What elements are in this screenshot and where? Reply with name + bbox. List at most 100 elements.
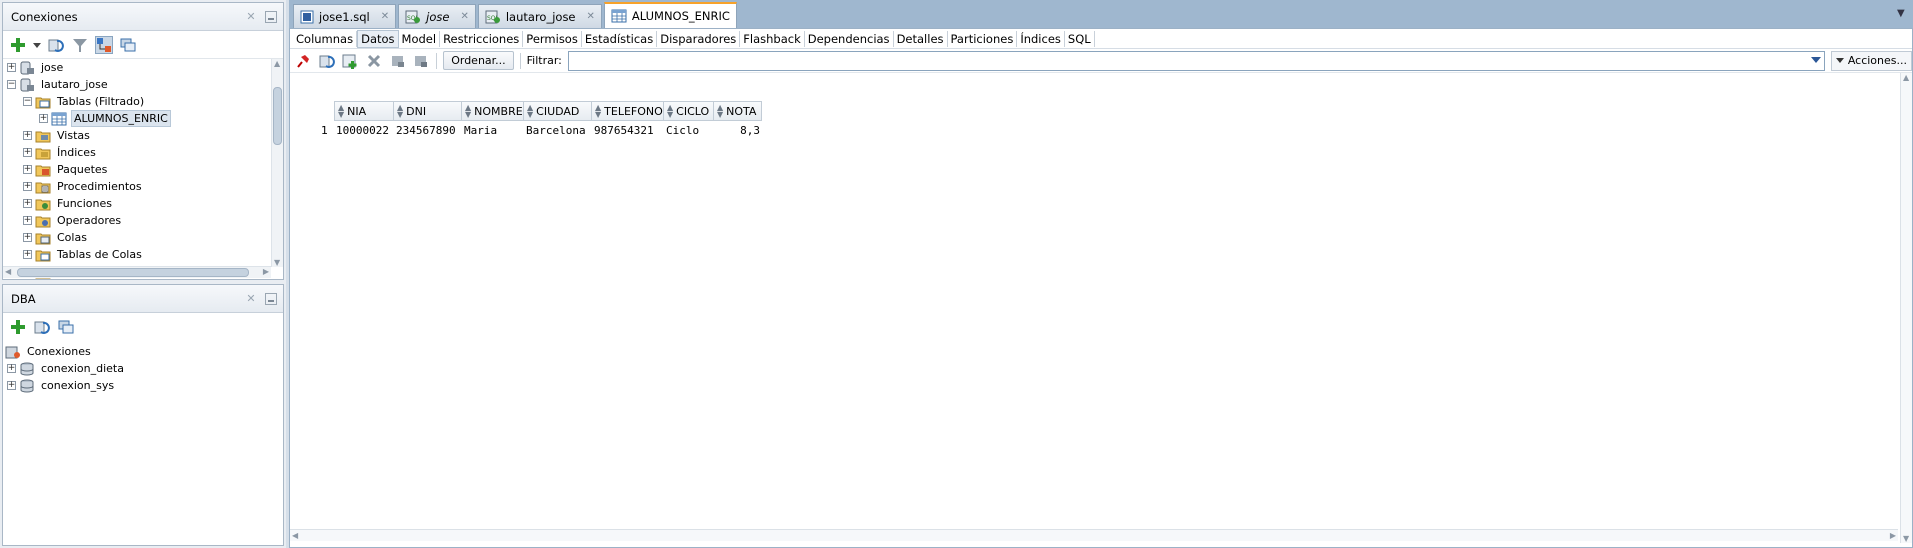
- commit-icon[interactable]: [389, 52, 407, 70]
- expand-icon[interactable]: +: [23, 165, 32, 174]
- table-cell[interactable]: 10000022: [334, 121, 394, 139]
- connections-horizontal-scrollbar[interactable]: ◀ ▶: [3, 266, 271, 278]
- tree-node[interactable]: + Funciones: [3, 195, 283, 212]
- sub-tab[interactable]: SQL: [1065, 30, 1095, 47]
- expand-icon[interactable]: +: [39, 114, 48, 123]
- tree-node[interactable]: + Colas: [3, 229, 283, 246]
- tree-node[interactable]: + Vistas: [3, 127, 283, 144]
- tree-node[interactable]: − Tablas (Filtrado): [3, 93, 283, 110]
- sub-tab[interactable]: Índices: [1017, 30, 1065, 47]
- expand-icon[interactable]: +: [7, 364, 16, 373]
- column-header[interactable]: ▲ ▼ TELEFONO: [592, 101, 664, 121]
- tree-node[interactable]: − lautaro_jose: [3, 76, 283, 93]
- tree-node[interactable]: + ALUMNOS_ENRIC: [3, 110, 283, 127]
- expand-icon[interactable]: +: [23, 131, 32, 140]
- table-cell[interactable]: 8,3: [714, 121, 762, 139]
- table-cell[interactable]: 234567890: [394, 121, 462, 139]
- actions-button[interactable]: Acciones...: [1830, 50, 1912, 71]
- sub-tab[interactable]: Detalles: [894, 30, 948, 47]
- refresh-icon[interactable]: [33, 318, 51, 336]
- expand-icon[interactable]: +: [23, 233, 32, 242]
- close-icon[interactable]: ✕: [243, 292, 259, 306]
- close-icon[interactable]: ✕: [243, 10, 259, 24]
- tree-node[interactable]: + conexion_sys: [3, 377, 283, 394]
- collapse-all-icon[interactable]: [57, 318, 75, 336]
- scroll-right-icon[interactable]: ▶: [263, 267, 269, 276]
- document-tab[interactable]: ALUMNOS_ENRIC: [603, 2, 737, 28]
- column-header[interactable]: ▲ ▼ DNI: [394, 101, 462, 121]
- filter-dropdown-icon[interactable]: [1810, 56, 1821, 63]
- scroll-left-icon[interactable]: ◀: [5, 267, 11, 276]
- pin-icon[interactable]: [294, 52, 312, 70]
- tree-node[interactable]: + Paquetes: [3, 161, 283, 178]
- grid-vertical-scrollbar[interactable]: ▲ ▼: [1900, 73, 1912, 543]
- sub-tab[interactable]: Permisos: [523, 30, 582, 47]
- document-tab[interactable]: jose1.sql ✕: [293, 4, 397, 28]
- close-icon[interactable]: ✕: [381, 11, 389, 22]
- expand-icon[interactable]: +: [7, 63, 16, 72]
- sub-tab[interactable]: Estadísticas: [582, 30, 658, 47]
- sub-tab[interactable]: Model: [399, 30, 441, 47]
- scroll-down-icon[interactable]: ▼: [274, 258, 280, 267]
- grid-horizontal-scrollbar[interactable]: ◀ ▶: [290, 529, 1898, 541]
- close-icon[interactable]: ✕: [460, 11, 468, 22]
- chevron-down-icon[interactable]: [33, 36, 41, 54]
- column-header[interactable]: ▲ ▼ CIUDAD: [524, 101, 592, 121]
- expand-icon[interactable]: +: [23, 216, 32, 225]
- rollback-icon[interactable]: [413, 52, 431, 70]
- sub-tab[interactable]: Particiones: [948, 30, 1018, 47]
- collapse-icon[interactable]: −: [23, 97, 32, 106]
- tree-node[interactable]: + Operadores: [3, 212, 283, 229]
- sub-tab[interactable]: Restricciones: [440, 30, 524, 47]
- minimize-icon[interactable]: [265, 10, 277, 23]
- scroll-up-icon[interactable]: ▲: [274, 59, 280, 68]
- collapse-all-icon[interactable]: [119, 36, 137, 54]
- expand-icon[interactable]: +: [23, 148, 32, 157]
- minimize-icon[interactable]: [265, 292, 277, 305]
- tree-node[interactable]: + Índices: [3, 144, 283, 161]
- table-cell[interactable]: Barcelona: [524, 121, 592, 139]
- column-header[interactable]: ▲ ▼ NOMBRE: [462, 101, 524, 121]
- refresh-icon[interactable]: [47, 36, 65, 54]
- sub-tab[interactable]: Datos: [357, 29, 399, 48]
- expand-icon[interactable]: +: [7, 381, 16, 390]
- filter-input[interactable]: [567, 50, 1825, 71]
- expand-icon[interactable]: +: [23, 182, 32, 191]
- table-cell[interactable]: 987654321: [592, 121, 664, 139]
- tree-node[interactable]: + conexion_dieta: [3, 360, 283, 377]
- table-cell[interactable]: Ciclo: [664, 121, 714, 139]
- dba-root-node[interactable]: Conexiones: [3, 343, 283, 360]
- add-connection-icon[interactable]: [9, 36, 27, 54]
- connections-vertical-scrollbar[interactable]: ▲ ▼: [271, 59, 283, 267]
- tree-node[interactable]: + jose: [3, 59, 283, 76]
- filter-icon[interactable]: [71, 36, 89, 54]
- column-header[interactable]: ▲ ▼ NOTA: [714, 101, 762, 121]
- refresh-icon[interactable]: [318, 52, 336, 70]
- tree-node[interactable]: + Tablas de Colas: [3, 246, 283, 263]
- scroll-down-icon[interactable]: ▼: [1903, 534, 1909, 543]
- scroll-right-icon[interactable]: ▶: [1890, 531, 1896, 540]
- column-header[interactable]: ▲ ▼ CICLO: [664, 101, 714, 121]
- collapse-icon[interactable]: −: [7, 80, 16, 89]
- expand-icon[interactable]: +: [23, 250, 32, 259]
- scroll-left-icon[interactable]: ◀: [292, 531, 298, 540]
- tab-list-dropdown-icon[interactable]: ▼: [1897, 8, 1911, 22]
- table-cell[interactable]: Maria: [462, 121, 524, 139]
- document-tab[interactable]: SQL jose ✕: [398, 4, 476, 28]
- insert-row-icon[interactable]: [341, 52, 359, 70]
- tree-node[interactable]: + Procedimientos: [3, 178, 283, 195]
- schema-browser-icon[interactable]: [95, 35, 113, 54]
- scroll-up-icon[interactable]: ▲: [1903, 73, 1909, 82]
- close-icon[interactable]: ✕: [587, 11, 595, 22]
- table-row[interactable]: 1 10000022 234567890 Maria Barcelona 98765432…: [290, 121, 762, 139]
- sub-tab[interactable]: Disparadores: [657, 30, 741, 47]
- scrollbar-thumb[interactable]: [17, 268, 249, 277]
- row-number[interactable]: 1: [290, 121, 334, 139]
- add-connection-icon[interactable]: [9, 318, 27, 336]
- sub-tab[interactable]: Columnas: [293, 30, 358, 47]
- delete-row-icon[interactable]: [365, 52, 383, 70]
- document-tab[interactable]: SQL lautaro_jose ✕: [477, 4, 602, 28]
- sort-button[interactable]: Ordenar...: [443, 51, 514, 70]
- column-header[interactable]: ▲ ▼ NIA: [334, 101, 394, 121]
- sub-tab[interactable]: Dependencias: [805, 30, 894, 47]
